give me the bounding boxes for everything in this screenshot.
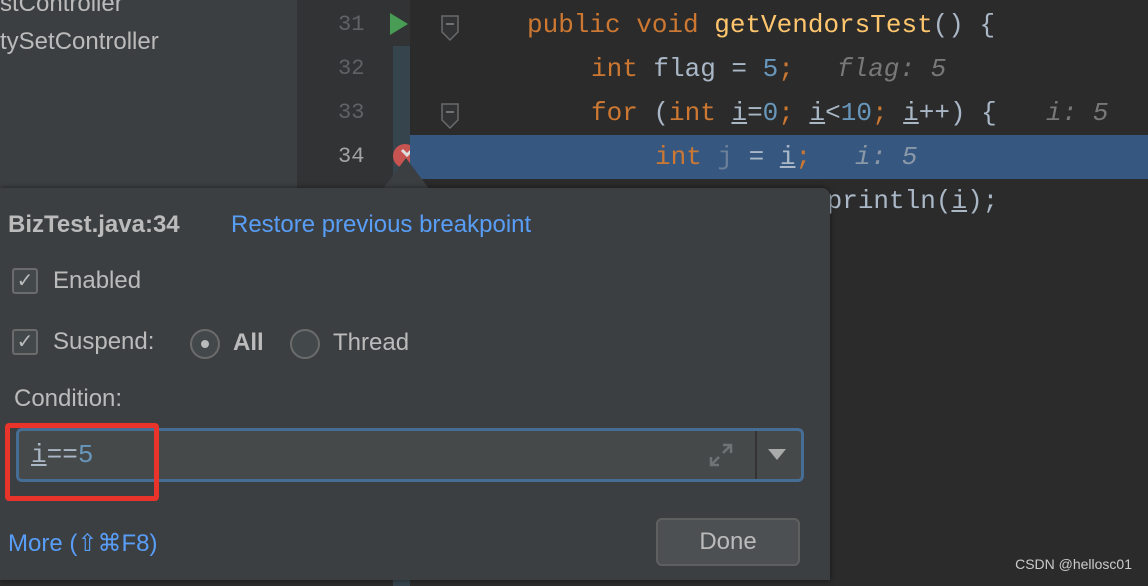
code-line-33: for (int i=0; i<10; i++) {i: 5 xyxy=(410,91,1148,135)
line-number: 31 xyxy=(338,12,365,37)
condition-label: Condition: xyxy=(14,385,123,412)
inline-value: i: 5 xyxy=(855,142,918,172)
history-dropdown-icon[interactable] xyxy=(767,447,787,463)
line-number: 33 xyxy=(338,100,365,125)
radio-thread[interactable] xyxy=(290,329,320,359)
inline-value: flag: 5 xyxy=(837,54,947,84)
run-icon[interactable] xyxy=(388,12,410,36)
inline-value: i: 5 xyxy=(1046,98,1109,128)
enabled-checkbox[interactable]: ✓ xyxy=(12,268,38,294)
code-line-34: int j = i; i: 5 xyxy=(410,135,1148,179)
annotation-highlight-box xyxy=(5,423,159,501)
line-number: 34 xyxy=(338,144,365,169)
radio-thread-label: Thread xyxy=(333,329,410,356)
tree-item[interactable]: stController xyxy=(0,0,123,18)
popup-title: BizTest.java:34 xyxy=(8,211,180,238)
more-link[interactable]: More (⇧⌘F8) xyxy=(8,529,157,558)
radio-all-label: All xyxy=(233,329,264,356)
tree-item[interactable]: tySetController xyxy=(0,28,159,56)
enabled-label: Enabled xyxy=(53,267,142,294)
suspend-checkbox[interactable]: ✓ xyxy=(12,329,38,355)
done-button[interactable]: Done xyxy=(656,518,800,566)
watermark: CSDN @hellosc01 xyxy=(1015,556,1132,572)
code-line-32: int flag = 5; flag: 5 xyxy=(410,47,1148,91)
expand-icon[interactable] xyxy=(707,441,735,469)
restore-breakpoint-link[interactable]: Restore previous breakpoint xyxy=(231,211,531,239)
suspend-label: Suspend: xyxy=(53,328,155,355)
radio-all[interactable] xyxy=(190,329,220,359)
line-number: 32 xyxy=(338,56,365,81)
code-line-31: public void getVendorsTest() { xyxy=(527,10,996,40)
popup-pointer xyxy=(382,158,430,190)
